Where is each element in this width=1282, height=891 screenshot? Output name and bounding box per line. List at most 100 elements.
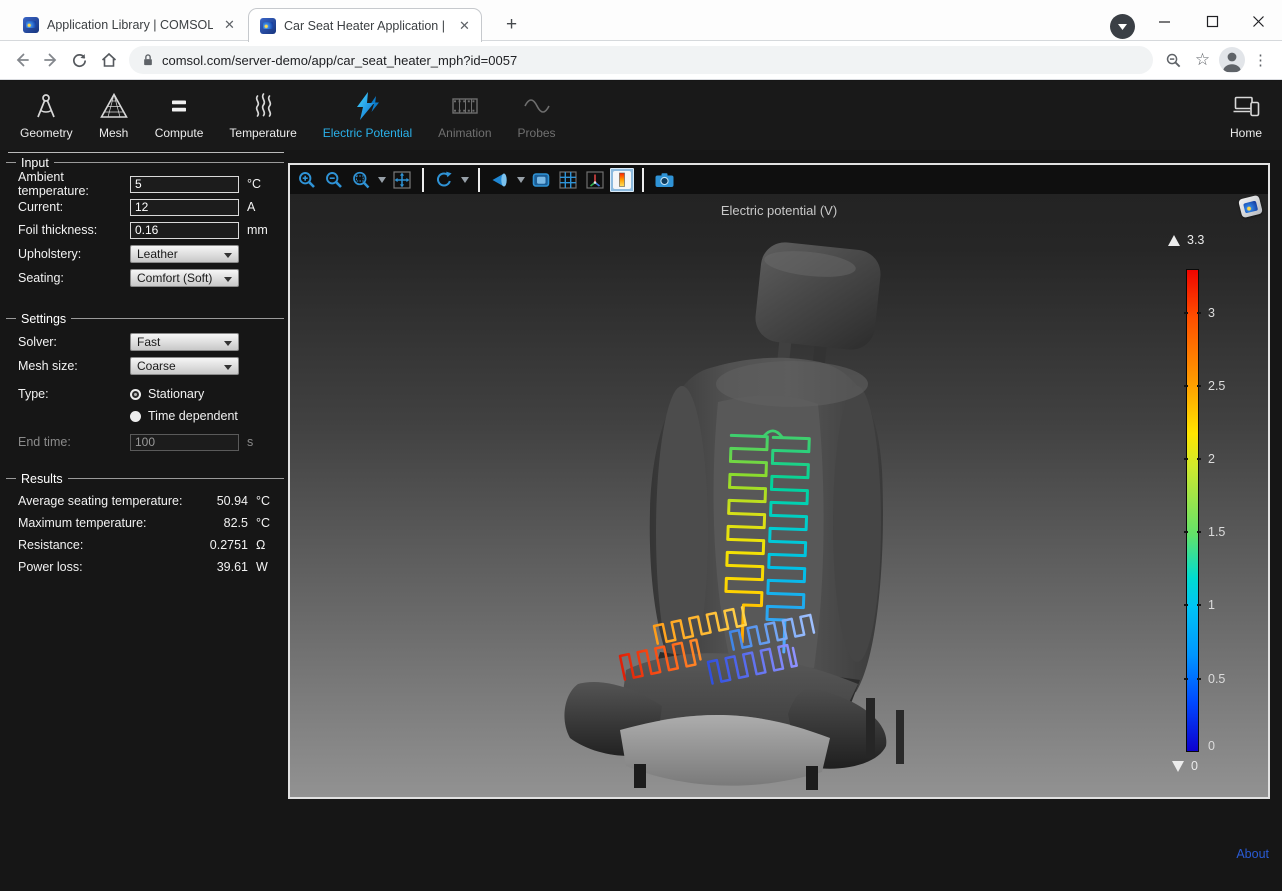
ambient-temperature-input[interactable]: 5 bbox=[130, 176, 239, 193]
window-close-button[interactable] bbox=[1248, 11, 1268, 31]
toolbar-separator bbox=[422, 168, 424, 192]
profile-avatar[interactable] bbox=[1217, 46, 1246, 75]
result-value: 82.5 bbox=[188, 516, 248, 530]
ribbon-label: Probes bbox=[518, 126, 556, 140]
result-row: Maximum temperature: 82.5 °C bbox=[10, 514, 284, 532]
section-header-settings: Settings bbox=[10, 311, 284, 326]
reload-button[interactable] bbox=[65, 46, 94, 75]
ribbon-compute-button[interactable]: Compute bbox=[142, 81, 217, 150]
result-value: 50.94 bbox=[188, 494, 248, 508]
show-grid-button[interactable] bbox=[556, 168, 580, 192]
tab-close-icon[interactable]: ✕ bbox=[456, 17, 473, 34]
colorbar-max-value: 3.3 bbox=[1187, 233, 1204, 247]
section-header-results: Results bbox=[10, 471, 284, 486]
foil-thickness-label: Foil thickness: bbox=[18, 223, 130, 237]
plot-canvas-3d-view[interactable]: Electric potential (V) bbox=[290, 194, 1268, 797]
browser-navbar: comsol.com/server-demo/app/car_seat_heat… bbox=[0, 41, 1282, 80]
end-time-label: End time: bbox=[18, 435, 130, 449]
zoom-page-icon[interactable] bbox=[1159, 46, 1188, 75]
url-text: comsol.com/server-demo/app/car_seat_heat… bbox=[162, 53, 517, 68]
mesh-size-dropdown[interactable]: Coarse bbox=[130, 357, 239, 375]
result-label: Resistance: bbox=[18, 538, 188, 552]
foil-thickness-input[interactable]: 0.16 bbox=[130, 222, 239, 239]
zoom-extents-button[interactable] bbox=[390, 168, 414, 192]
screenshot-button[interactable] bbox=[652, 168, 676, 192]
about-link[interactable]: About bbox=[1236, 847, 1269, 861]
window-maximize-button[interactable] bbox=[1202, 11, 1222, 31]
upholstery-dropdown[interactable]: Leather bbox=[130, 245, 239, 263]
time-dependent-radio-label: Time dependent bbox=[148, 409, 238, 423]
current-label: Current: bbox=[18, 200, 130, 214]
colorbar-tick-label: 0 bbox=[1208, 739, 1215, 753]
ribbon-label: Compute bbox=[155, 126, 204, 140]
solver-label: Solver: bbox=[18, 335, 130, 349]
ribbon-electric-potential-button[interactable]: Electric Potential bbox=[310, 81, 425, 150]
colorbar-tick-label: 1 bbox=[1208, 598, 1215, 612]
solver-dropdown[interactable]: Fast bbox=[130, 333, 239, 351]
seating-label: Seating: bbox=[18, 271, 130, 285]
tab-application-library[interactable]: Application Library | COMSOL Se ✕ bbox=[12, 8, 246, 41]
colorbar-min-marker: 0 bbox=[1172, 759, 1198, 773]
result-label: Maximum temperature: bbox=[18, 516, 188, 530]
rotate-view-button[interactable] bbox=[432, 168, 456, 192]
min-triangle-icon bbox=[1172, 761, 1184, 772]
url-bar[interactable]: comsol.com/server-demo/app/car_seat_heat… bbox=[129, 46, 1153, 74]
stationary-radio[interactable] bbox=[130, 389, 141, 400]
tab-close-icon[interactable]: ✕ bbox=[221, 16, 238, 33]
ribbon-probes-button[interactable]: Probes bbox=[505, 81, 569, 150]
result-unit: Ω bbox=[256, 538, 284, 552]
window-minimize-button[interactable] bbox=[1154, 11, 1174, 31]
colorbar-tick-label: 3 bbox=[1208, 306, 1215, 320]
ambient-temperature-label: Ambient temperature: bbox=[18, 170, 130, 198]
show-axes-button[interactable] bbox=[583, 168, 607, 192]
toolbar-separator bbox=[642, 168, 644, 192]
browser-update-icon[interactable] bbox=[1110, 14, 1135, 39]
home-button[interactable] bbox=[94, 46, 123, 75]
ribbon-label: Electric Potential bbox=[323, 126, 412, 140]
back-button[interactable] bbox=[7, 46, 36, 75]
result-row: Resistance: 0.2751 Ω bbox=[10, 536, 284, 554]
seating-dropdown[interactable]: Comfort (Soft) bbox=[130, 269, 239, 287]
color-legend-toggle[interactable] bbox=[610, 168, 634, 192]
geometry-compass-icon bbox=[31, 91, 61, 121]
ribbon-animation-button[interactable]: Animation bbox=[425, 81, 504, 150]
current-unit: A bbox=[247, 200, 275, 214]
zoom-out-button[interactable] bbox=[322, 168, 346, 192]
browser-menu-icon[interactable]: ⋮ bbox=[1246, 46, 1275, 75]
ribbon-mesh-button[interactable]: Mesh bbox=[86, 81, 142, 150]
upholstery-label: Upholstery: bbox=[18, 247, 130, 261]
colorbar-max-marker: 3.3 bbox=[1168, 233, 1204, 247]
rotate-dropdown-caret[interactable] bbox=[459, 177, 470, 183]
probes-wave-icon bbox=[522, 91, 552, 121]
zoom-box-button[interactable] bbox=[349, 168, 373, 192]
view-projection-button[interactable] bbox=[488, 168, 512, 192]
view-dropdown-caret[interactable] bbox=[515, 177, 526, 183]
bookmark-star-icon[interactable]: ☆ bbox=[1188, 46, 1217, 75]
ambient-temperature-unit: °C bbox=[247, 177, 275, 191]
result-row: Power loss: 39.61 W bbox=[10, 558, 284, 576]
graphics-panel: Electric potential (V) bbox=[288, 163, 1270, 799]
graphics-toolbar bbox=[290, 165, 1268, 194]
result-unit: °C bbox=[256, 516, 284, 530]
legend-icon bbox=[613, 171, 631, 189]
colorbar-tick-label: 0.5 bbox=[1208, 672, 1225, 686]
tab-car-seat-heater[interactable]: Car Seat Heater Application | CO ✕ bbox=[248, 8, 482, 42]
ribbon-home-button[interactable]: Home bbox=[1217, 81, 1275, 150]
current-input[interactable]: 12 bbox=[130, 199, 239, 216]
ribbon-temperature-button[interactable]: Temperature bbox=[216, 81, 309, 150]
zoom-box-dropdown-caret[interactable] bbox=[376, 177, 387, 183]
tab-title: Car Seat Heater Application | CO bbox=[284, 19, 448, 33]
result-value: 39.61 bbox=[188, 560, 248, 574]
scene-light-button[interactable] bbox=[529, 168, 553, 192]
forward-button[interactable] bbox=[36, 46, 65, 75]
foil-thickness-unit: mm bbox=[247, 223, 275, 237]
end-time-input: 100 bbox=[130, 434, 239, 451]
ribbon-geometry-button[interactable]: Geometry bbox=[7, 81, 86, 150]
max-triangle-icon bbox=[1168, 235, 1180, 246]
tab-title: Application Library | COMSOL Se bbox=[47, 18, 213, 32]
new-tab-button[interactable]: + bbox=[499, 12, 524, 37]
compute-equals-icon bbox=[164, 91, 194, 121]
lightning-bolt-icon bbox=[352, 91, 382, 121]
time-dependent-radio[interactable] bbox=[130, 411, 141, 422]
zoom-in-button[interactable] bbox=[295, 168, 319, 192]
